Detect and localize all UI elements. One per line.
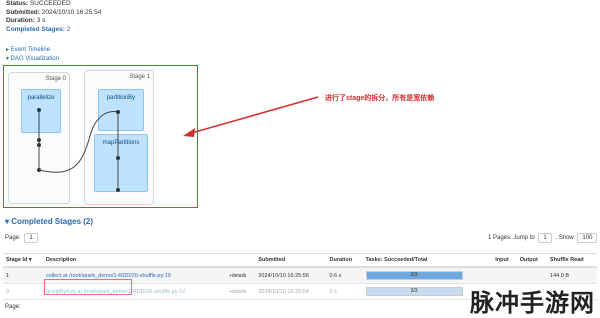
duration-cell: 0.6 s (326, 267, 363, 284)
annotation-text: 进行了stage的拆分，所有是宽依赖 (325, 95, 435, 102)
dag-edges (37, 108, 120, 192)
status-value: SUCCEEDED (29, 0, 71, 7)
job-summary: Status: SUCCEEDED Submitted: 2024/10/10 … (6, 0, 101, 34)
jump-input[interactable]: 1 (538, 233, 552, 243)
col-submitted[interactable]: Submitted (255, 253, 327, 268)
shuffle-read-cell: 144.0 B (547, 267, 597, 284)
status-key: Status: (6, 0, 29, 7)
event-timeline-toggle[interactable]: ▸ Event Timeline (6, 46, 50, 53)
col-output[interactable]: Output (516, 253, 548, 268)
pages-text: 1 Pages. Jump to (488, 235, 535, 241)
dag-node (37, 143, 41, 147)
completed-stages-title[interactable]: ▾ Completed Stages (2) (5, 217, 93, 226)
page-label: Page: (5, 235, 21, 241)
tasks-progress-text: 3/3 (410, 272, 418, 278)
duration-key: Duration: (6, 17, 35, 25)
page-selector: Page: 1 (5, 233, 40, 243)
col-duration[interactable]: Duration (326, 253, 363, 268)
duration-value: 3 s (36, 17, 46, 25)
col-input[interactable]: Input (492, 253, 517, 268)
tasks-cell: 3/3 (362, 267, 493, 284)
tasks-progress-text: 3/3 (410, 288, 418, 294)
dag-node (37, 138, 41, 142)
input-cell (492, 267, 517, 284)
dag-visualization-toggle[interactable]: ▾ DAG Visualization (6, 55, 59, 62)
submitted-cell: 2024/10/10 16:25:56 (255, 267, 327, 284)
page-number[interactable]: 1 (24, 233, 38, 243)
page-controls: 1 Pages. Jump to 1 . Show 100 (488, 233, 599, 243)
col-description[interactable]: Description (42, 253, 226, 268)
output-cell (516, 267, 548, 284)
submitted-value: 2024/10/10 16:25:54 (41, 8, 102, 16)
tasks-progress-bar: 3/3 (365, 271, 463, 280)
dag-node (37, 108, 41, 112)
completed-stages-value[interactable]: 2 (67, 26, 71, 33)
stage-id-cell: 0 (3, 283, 43, 300)
details-link[interactable]: +details (225, 283, 256, 300)
tasks-progress-bar: 3/3 (365, 287, 463, 296)
highlight-box-groupbykey (44, 279, 132, 295)
submitted-cell: 2024/10/10 16:25:54 (255, 283, 327, 300)
show-input[interactable]: 100 (577, 233, 598, 243)
duration-cell: 2 s (326, 283, 363, 300)
col-tasks[interactable]: Tasks: Succeeded/Total (362, 253, 493, 268)
watermark-logo: 脉冲手游网 (470, 290, 595, 317)
dag-node (116, 110, 120, 114)
dag-node (116, 188, 120, 192)
details-link[interactable]: +details (225, 267, 256, 284)
stage-id-cell: 1 (3, 267, 43, 284)
col-stage-id[interactable]: Stage Id ▾ (3, 253, 43, 268)
col-details (225, 253, 256, 268)
completed-stages-link[interactable]: Completed Stages: (6, 26, 65, 33)
show-label: . Show (555, 235, 574, 241)
col-shuffle-read[interactable]: Shuffle Read (547, 253, 597, 268)
footer-page-label: Page: (5, 304, 21, 310)
submitted-key: Submitted: (6, 8, 40, 16)
dag-node (116, 156, 120, 160)
dag-highlight-box: Stage 0 parallelize Stage 1 partitionBy … (3, 65, 198, 208)
